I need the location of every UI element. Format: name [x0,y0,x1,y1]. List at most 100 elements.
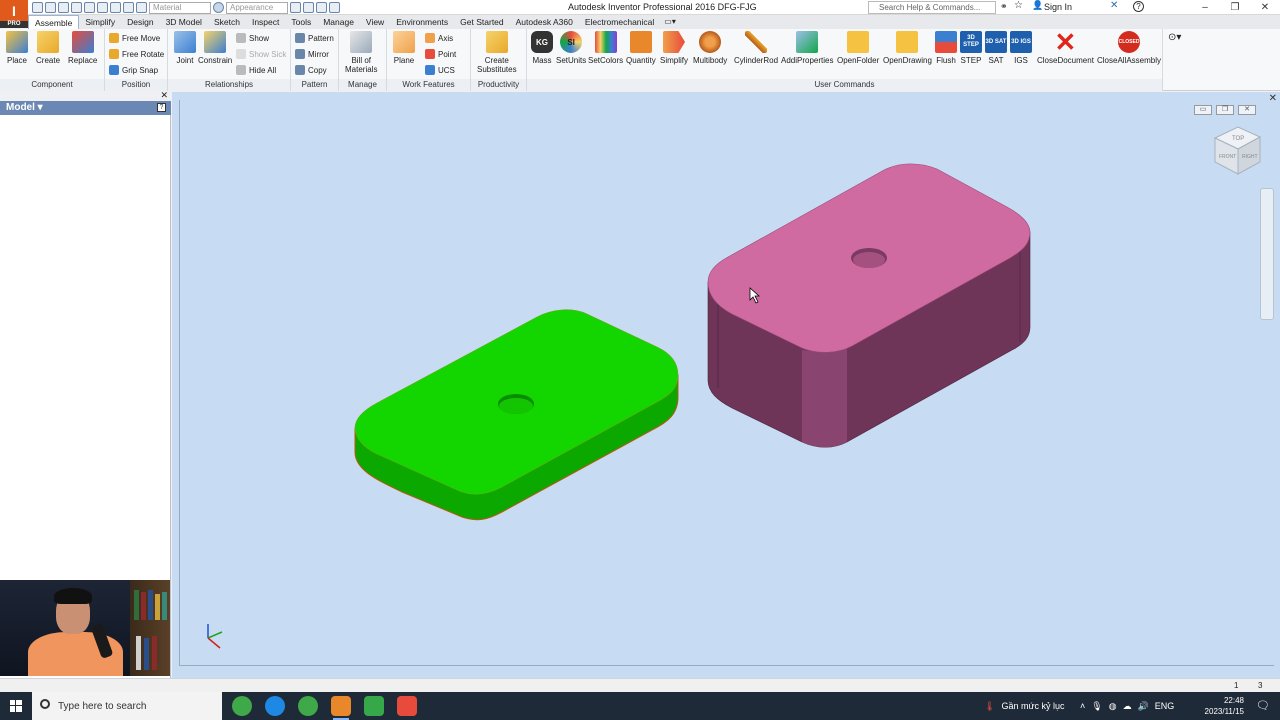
plane-button[interactable]: Plane [393,31,415,65]
maximize-button[interactable]: ❐ [1220,0,1250,15]
tab-3d-model[interactable]: 3D Model [160,15,208,29]
select-icon[interactable] [136,2,147,13]
appearance-icon[interactable] [213,2,224,13]
tab-assemble[interactable]: Assemble [28,15,80,29]
create-substitutes-button[interactable]: Create Substitutes [477,31,517,74]
setunits-button[interactable]: SI SetUnits [556,31,586,65]
pattern-button[interactable]: Pattern [295,31,334,45]
grip-snap-button[interactable]: Grip Snap [109,63,158,77]
binoculars-icon[interactable]: ⚭ [1000,1,1008,12]
ucs-button[interactable]: UCS [425,63,455,77]
tab-environments[interactable]: Environments [390,15,454,29]
multibody-button[interactable]: Multibody [693,31,727,65]
save-icon[interactable] [58,2,69,13]
show-button[interactable]: Show [236,31,269,45]
step-button[interactable]: 3D STEP STEP [960,31,982,65]
igs-button[interactable]: 3D IGS IGS [1010,31,1032,65]
cylinderrod-button[interactable]: CylinderRod [734,31,778,65]
axis-button[interactable]: Axis [425,31,453,45]
tab-manage[interactable]: Manage [317,15,360,29]
opendrawing-button[interactable]: OpenDrawing [883,31,932,65]
taskbar-app-sketchup[interactable] [232,696,252,716]
joint-button[interactable]: Joint [174,31,196,65]
taskbar-app-inventor[interactable] [331,696,351,720]
network-icon[interactable]: ◍ [1109,701,1117,712]
mass-button[interactable]: KG Mass [531,31,553,65]
free-move-button[interactable]: Free Move [109,31,160,45]
mic-icon[interactable]: 🎙 [1091,701,1102,712]
home-icon[interactable] [97,2,108,13]
viewcube[interactable]: TOP FRONT RIGHT [1213,126,1262,175]
free-rotate-button[interactable]: Free Rotate [109,47,164,61]
flush-button[interactable]: Flush [935,31,957,65]
help-icon[interactable]: ? [1133,1,1144,12]
speaker-icon[interactable]: 🔊 [1138,701,1149,712]
fx-icon[interactable] [316,2,327,13]
point-button[interactable]: Point [425,47,456,61]
adjust-icon[interactable] [290,2,301,13]
taskbar-app-chrome[interactable] [298,696,318,716]
tab-electromechanical[interactable]: Electromechanical [579,15,660,29]
green-plate-part[interactable] [354,309,679,521]
tab-autodesk-a360[interactable]: Autodesk A360 [510,15,579,29]
exchange-icon[interactable]: ✕ [1110,0,1118,11]
minimize-button[interactable]: – [1190,0,1220,15]
weather-text[interactable]: Gần mức kỷ lục [1001,701,1064,711]
panel-label-component[interactable]: Component [0,79,104,91]
panel-label-relationships[interactable]: Relationships [168,79,290,91]
notification-icon[interactable]: 🗨 [1256,699,1270,712]
undo-icon[interactable] [71,2,82,13]
taskbar-clock[interactable]: 22:48 2023/11/15 [1205,695,1244,717]
copy-button[interactable]: Copy [295,63,327,77]
constrain-button[interactable]: Constrain [198,31,232,65]
new-file-icon[interactable] [32,2,43,13]
browser-close-icon[interactable]: ✕ [160,90,168,101]
hide-all-button[interactable]: Hide All [236,63,276,77]
taskbar-app-recorder[interactable] [397,696,417,716]
tab-inspect[interactable]: Inspect [246,15,285,29]
bill-of-materials-button[interactable]: Bill of Materials [345,31,377,74]
ribbon-options-icon[interactable]: ▭▾ [660,15,676,29]
pink-block-part[interactable] [707,163,1031,448]
clear-icon[interactable] [303,2,314,13]
closedocument-button[interactable]: ✕ CloseDocument [1037,29,1094,66]
closeallassembly-button[interactable]: CLOSED CloseAllAssembly [1097,31,1161,65]
open-file-icon[interactable] [45,2,56,13]
addiproperties-button[interactable]: AddiProperties [781,31,833,65]
create-button[interactable]: Create [36,31,60,65]
sign-in-link[interactable]: Sign In [1044,2,1072,12]
star-icon[interactable]: ☆ [1014,0,1023,11]
quantity-button[interactable]: Quantity [626,31,656,65]
language-indicator[interactable]: ENG [1155,701,1175,711]
update-icon[interactable] [123,2,134,13]
material-combo[interactable]: Material [149,1,211,14]
appearance-combo[interactable]: Appearance [226,1,288,14]
browser-title[interactable]: Model ▾ [0,101,171,115]
start-button[interactable] [0,692,32,720]
tab-sketch[interactable]: Sketch [208,15,246,29]
tab-get-started[interactable]: Get Started [454,15,509,29]
place-button[interactable]: Place [6,31,28,65]
ribbon-expand-icon[interactable]: ⊙▾ [1168,32,1181,43]
openfolder-button[interactable]: OpenFolder [837,31,879,65]
help-search-input[interactable]: Search Help & Commands... [868,1,996,14]
taskbar-app-zalo[interactable] [265,696,285,716]
taskbar-app-camtasia[interactable] [364,696,384,716]
print-icon[interactable] [110,2,121,13]
replace-button[interactable]: Replace [68,31,97,65]
close-button[interactable]: ✕ [1250,0,1280,15]
redo-icon[interactable] [84,2,95,13]
tab-view[interactable]: View [360,15,390,29]
simplify-button[interactable]: Simplify [660,31,688,65]
setcolors-button[interactable]: SetColors [588,31,623,65]
mirror-button[interactable]: Mirror [295,47,329,61]
inventor-logo[interactable]: I PRO [0,0,28,28]
cloud-icon[interactable]: ☁ [1123,701,1132,712]
user-icon[interactable]: 👤 [1032,0,1043,11]
tab-tools[interactable]: Tools [285,15,317,29]
graphics-viewport[interactable]: ▭ ❐ ✕ ✕ TOP FRONT RIGHT [172,92,1280,678]
sat-button[interactable]: 3D SAT SAT [985,31,1007,65]
tab-design[interactable]: Design [121,15,159,29]
taskbar-search-box[interactable]: Type here to search [32,692,222,720]
add-icon[interactable] [329,2,340,13]
